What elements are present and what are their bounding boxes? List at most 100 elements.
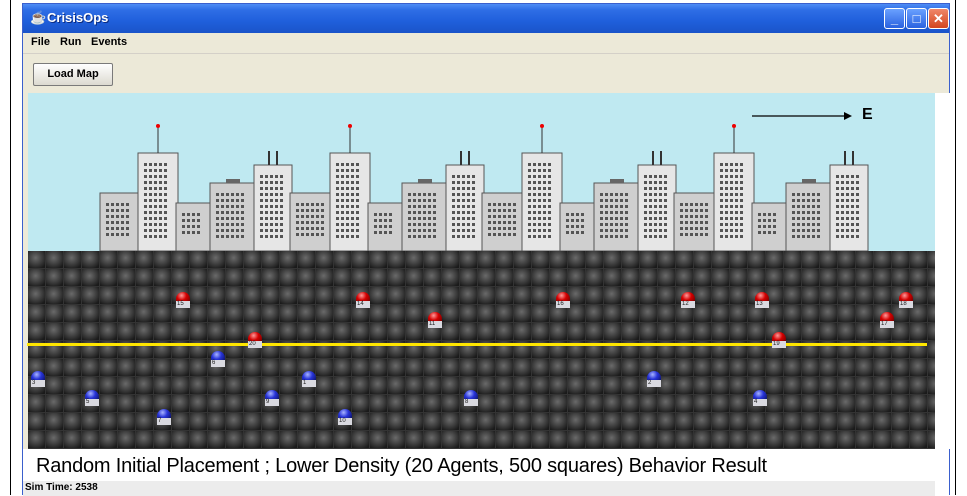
red-agent[interactable]: 11 bbox=[428, 312, 442, 328]
red-agent[interactable]: 16 bbox=[556, 292, 570, 308]
grid-square bbox=[244, 377, 261, 394]
grid-square bbox=[424, 395, 441, 412]
blue-agent[interactable]: 1 bbox=[302, 371, 316, 387]
grid-square bbox=[838, 269, 855, 286]
grid-square bbox=[820, 413, 837, 430]
grid-square bbox=[748, 323, 765, 340]
grid-square bbox=[478, 305, 495, 322]
grid-square bbox=[694, 323, 711, 340]
grid-square bbox=[334, 431, 351, 448]
grid-square bbox=[136, 287, 153, 304]
grid-square bbox=[388, 251, 405, 268]
menu-events[interactable]: Events bbox=[91, 36, 127, 48]
blue-agent[interactable]: 10 bbox=[338, 409, 352, 425]
grid-square bbox=[118, 323, 135, 340]
toolbar: Load Map bbox=[23, 54, 949, 92]
grid-square bbox=[838, 413, 855, 430]
menu-run[interactable]: Run bbox=[60, 36, 81, 48]
grid-square bbox=[550, 395, 567, 412]
figure-caption: Random Initial Placement ; Lower Density… bbox=[36, 455, 767, 477]
grid-square bbox=[658, 251, 675, 268]
grid-square bbox=[766, 251, 783, 268]
grid-square bbox=[298, 395, 315, 412]
grid-square bbox=[514, 305, 531, 322]
grid-square bbox=[298, 269, 315, 286]
title-bar[interactable]: ☕ CrisisOps _ □ ✕ bbox=[23, 4, 949, 33]
grid-square bbox=[64, 287, 81, 304]
grid-square bbox=[640, 413, 657, 430]
grid-square bbox=[442, 269, 459, 286]
blue-agent[interactable]: 7 bbox=[157, 409, 171, 425]
red-agent[interactable]: 13 bbox=[755, 292, 769, 308]
grid-square bbox=[856, 431, 873, 448]
blue-agent[interactable]: 9 bbox=[265, 390, 279, 406]
grid-square bbox=[586, 251, 603, 268]
grid-square bbox=[892, 395, 909, 412]
grid-square bbox=[352, 269, 369, 286]
grid-square bbox=[100, 287, 117, 304]
grid-square bbox=[604, 431, 621, 448]
grid-square bbox=[694, 305, 711, 322]
grid-square bbox=[730, 431, 747, 448]
grid-square bbox=[316, 377, 333, 394]
grid-square bbox=[46, 413, 63, 430]
grid-square bbox=[730, 269, 747, 286]
agent-id-label: 4 bbox=[753, 399, 767, 406]
blue-agent[interactable]: 2 bbox=[647, 371, 661, 387]
grid-square bbox=[460, 251, 477, 268]
grid-square bbox=[874, 287, 891, 304]
grid-square bbox=[352, 251, 369, 268]
red-agent[interactable]: 20 bbox=[248, 332, 262, 348]
red-agent[interactable]: 14 bbox=[356, 292, 370, 308]
minimize-button[interactable]: _ bbox=[884, 8, 905, 29]
maximize-button[interactable]: □ bbox=[906, 8, 927, 29]
grid-square bbox=[784, 251, 801, 268]
agent-id-label: 14 bbox=[356, 301, 370, 308]
grid-square bbox=[604, 323, 621, 340]
agent-id-label: 1 bbox=[302, 380, 316, 387]
grid-square bbox=[334, 323, 351, 340]
red-agent[interactable]: 15 bbox=[176, 292, 190, 308]
red-agent[interactable]: 18 bbox=[899, 292, 913, 308]
grid-square bbox=[766, 413, 783, 430]
grid-square bbox=[28, 269, 45, 286]
grid-square bbox=[46, 287, 63, 304]
grid-square bbox=[676, 413, 693, 430]
grid-square bbox=[424, 287, 441, 304]
agent-id-label: 20 bbox=[248, 341, 262, 348]
blue-agent[interactable]: 6 bbox=[211, 351, 225, 367]
grid-square bbox=[694, 395, 711, 412]
load-map-button[interactable]: Load Map bbox=[33, 63, 113, 86]
red-agent[interactable]: 19 bbox=[772, 332, 786, 348]
blue-agent[interactable]: 4 bbox=[753, 390, 767, 406]
blue-agent[interactable]: 3 bbox=[31, 371, 45, 387]
red-agent[interactable]: 12 bbox=[681, 292, 695, 308]
grid-square bbox=[532, 251, 549, 268]
grid-square bbox=[820, 377, 837, 394]
grid-square bbox=[766, 377, 783, 394]
grid-square bbox=[622, 431, 639, 448]
grid-square bbox=[910, 431, 927, 448]
grid-square bbox=[262, 323, 279, 340]
grid-square bbox=[748, 431, 765, 448]
grid-square bbox=[424, 251, 441, 268]
grid-square bbox=[712, 413, 729, 430]
grid-square bbox=[334, 287, 351, 304]
blue-agent[interactable]: 8 bbox=[464, 390, 478, 406]
grid-square bbox=[550, 359, 567, 376]
grid-square bbox=[226, 323, 243, 340]
red-agent[interactable]: 17 bbox=[880, 312, 894, 328]
blue-agent[interactable]: 5 bbox=[85, 390, 99, 406]
grid-square bbox=[388, 287, 405, 304]
menu-file[interactable]: File bbox=[31, 36, 50, 48]
grid-square bbox=[676, 395, 693, 412]
grid-square bbox=[154, 359, 171, 376]
grid-square bbox=[766, 431, 783, 448]
grid-square bbox=[550, 323, 567, 340]
close-button[interactable]: ✕ bbox=[928, 8, 949, 29]
grid-square bbox=[730, 323, 747, 340]
grid-square bbox=[802, 377, 819, 394]
grid-square bbox=[46, 359, 63, 376]
grid-square bbox=[316, 251, 333, 268]
grid-square bbox=[712, 377, 729, 394]
